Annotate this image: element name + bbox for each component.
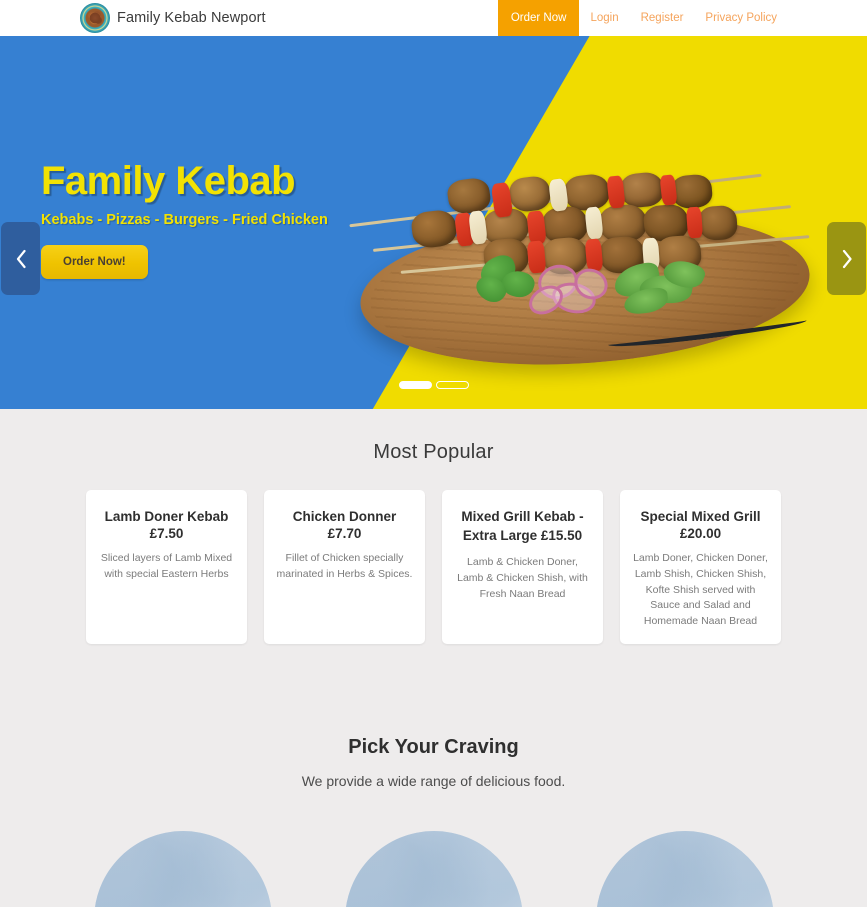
kebab-plate-logo-icon <box>80 3 110 33</box>
hero-subtitle: Kebabs - Pizzas - Burgers - Fried Chicke… <box>41 212 328 228</box>
carousel-indicator-2[interactable] <box>435 381 469 389</box>
popular-card-name: Lamb Doner Kebab <box>104 509 229 524</box>
brand-name: Family Kebab Newport <box>117 10 266 26</box>
meat-piece <box>670 173 714 210</box>
popular-card[interactable]: Lamb Doner Kebab £7.50 Sliced layers of … <box>86 490 247 644</box>
popular-card[interactable]: Chicken Donner £7.70 Fillet of Chicken s… <box>264 490 425 644</box>
onion-piece <box>584 206 604 240</box>
popular-card-description: Lamb & Chicken Doner, Lamb & Chicken Shi… <box>457 556 588 600</box>
most-popular-section: Most Popular Lamb Doner Kebab £7.50 Slic… <box>0 409 867 680</box>
takeaway-box-with-drink-can-image <box>344 830 523 907</box>
pick-your-craving-section: Pick Your Craving We provide a wide rang… <box>0 679 867 907</box>
hero-order-now-button[interactable]: Order Now! <box>41 245 148 279</box>
hero-carousel: Family Kebab Kebabs - Pizzas - Burgers -… <box>0 36 867 409</box>
nav-right-spacer <box>788 0 867 36</box>
hero-title: Family Kebab <box>41 159 296 203</box>
pepper-piece <box>685 206 704 239</box>
craving-category[interactable] <box>344 830 523 907</box>
carousel-next-button[interactable] <box>827 222 866 295</box>
marble-backdrop <box>93 830 272 907</box>
chevron-right-icon <box>842 249 852 268</box>
popular-card-price: £7.50 <box>149 526 184 542</box>
pepper-piece <box>584 238 604 272</box>
chevron-left-icon <box>16 249 26 268</box>
craving-category[interactable] <box>93 830 272 907</box>
meat-piece <box>619 170 665 210</box>
nav-link-order-now[interactable]: Order Now <box>497 0 580 36</box>
meat-piece <box>697 204 739 242</box>
nav-link-privacy-policy[interactable]: Privacy Policy <box>694 0 788 36</box>
popular-card-description: Fillet of Chicken specially marinated in… <box>276 552 413 580</box>
most-popular-card-list: Lamb Doner Kebab £7.50 Sliced layers of … <box>0 490 867 644</box>
carousel-indicator-1[interactable] <box>398 381 432 389</box>
nav-link-login[interactable]: Login <box>579 0 629 36</box>
nav-link-register[interactable]: Register <box>630 0 695 36</box>
hero-copy-block: Family Kebab Kebabs - Pizzas - Burgers -… <box>41 160 328 279</box>
popular-card[interactable]: Mixed Grill Kebab - Extra Large £15.50 L… <box>442 490 603 644</box>
popular-card-price: £20.00 <box>679 526 722 542</box>
kebab-tray-with-naan-bread-image <box>93 830 272 907</box>
most-popular-title: Most Popular <box>373 441 494 463</box>
popular-card-name: Special Mixed Grill <box>640 509 761 524</box>
top-navigation-bar: Family Kebab Newport Order Now Login Reg… <box>0 0 867 36</box>
craving-title: Pick Your Craving <box>348 735 519 758</box>
primary-nav: Order Now Login Register Privacy Policy <box>497 0 867 36</box>
popular-card-description: Lamb Doner, Chicken Doner, Lamb Shish, C… <box>633 552 768 628</box>
fried-chicken-in-box-image <box>595 830 774 907</box>
popular-card-description: Sliced layers of Lamb Mixed with special… <box>100 552 233 580</box>
popular-card-price: £7.70 <box>327 526 362 542</box>
popular-card-name: Chicken Donner <box>292 509 397 524</box>
carousel-prev-button[interactable] <box>1 222 40 295</box>
meat-piece <box>508 174 552 214</box>
marble-backdrop <box>344 830 523 907</box>
hero-food-image <box>349 153 822 379</box>
popular-card-price: £15.50 <box>540 528 583 544</box>
popular-card[interactable]: Special Mixed Grill £20.00 Lamb Doner, C… <box>620 490 781 644</box>
marble-backdrop <box>595 830 774 907</box>
brand-logo-link[interactable]: Family Kebab Newport <box>80 0 266 36</box>
popular-card-name-with-price: Mixed Grill Kebab - Extra Large £15.50 <box>454 507 591 545</box>
craving-category[interactable] <box>595 830 774 907</box>
carousel-indicators <box>0 381 867 389</box>
pepper-piece <box>526 240 547 274</box>
craving-subtitle: We provide a wide range of delicious foo… <box>301 772 566 789</box>
craving-category-list <box>0 830 867 907</box>
